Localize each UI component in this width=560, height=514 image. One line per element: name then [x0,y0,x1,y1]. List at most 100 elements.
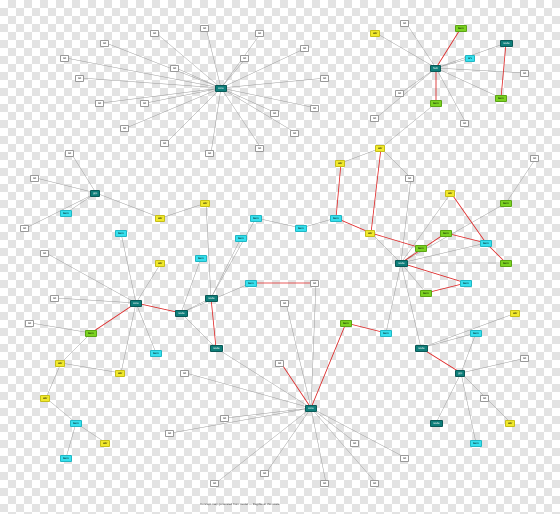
graph-node[interactable]: item [495,95,507,102]
graph-node[interactable]: item [85,330,97,337]
graph-node[interactable]: item [250,215,262,222]
graph-node[interactable]: txt [320,75,329,82]
graph-node[interactable]: txt [95,100,104,107]
graph-node[interactable]: txt [220,415,229,422]
graph-node[interactable]: txt [350,440,359,447]
graph-node[interactable]: node [395,260,408,267]
graph-node[interactable]: item [500,200,512,207]
graph-node[interactable]: node [205,295,218,302]
graph-node[interactable]: item [60,210,72,217]
graph-node[interactable]: attr [55,360,65,367]
graph-node[interactable]: item [480,240,492,247]
graph-node[interactable]: core [305,405,317,412]
graph-node[interactable]: txt [40,250,49,257]
graph-node[interactable]: txt [240,55,249,62]
graph-node[interactable]: attr [505,420,515,427]
graph-node[interactable]: txt [180,370,189,377]
graph-node[interactable]: txt [165,430,174,437]
graph-node[interactable]: txt [120,125,129,132]
graph-node[interactable]: item [380,330,392,337]
graph-node[interactable]: item [455,25,467,32]
graph-node[interactable]: txt [460,120,469,127]
graph-node[interactable]: attr [200,200,210,207]
graph-node[interactable]: core [130,300,142,307]
graph-node[interactable]: attr [155,215,165,222]
graph-node[interactable]: txt [320,480,329,487]
graph-node[interactable]: attr [370,30,380,37]
graph-node[interactable]: txt [255,30,264,37]
graph-node[interactable]: txt [530,155,539,162]
graph-node[interactable]: item [500,260,512,267]
graph-node[interactable]: item [295,225,307,232]
graph-node[interactable]: grp [90,190,100,197]
graph-node[interactable]: txt [255,145,264,152]
graph-node[interactable]: node [415,345,428,352]
graph-node[interactable]: txt [520,355,529,362]
graph-node[interactable]: txt [480,395,489,402]
graph-node[interactable]: txt [400,20,409,27]
graph-node[interactable]: txt [370,480,379,487]
graph-node[interactable]: txt [60,55,69,62]
graph-node[interactable]: txt [50,295,59,302]
graph-node[interactable]: txt [30,175,39,182]
graph-node[interactable]: txt [160,140,169,147]
graph-node[interactable]: node [500,40,513,47]
graph-node[interactable]: txt [200,25,209,32]
graph-node[interactable]: txt [400,455,409,462]
graph-node[interactable]: grp [455,370,465,377]
graph-node[interactable]: item [470,440,482,447]
graph-node[interactable]: hub [430,65,441,72]
graph-node[interactable]: attr [445,190,455,197]
graph-node[interactable]: item [60,455,72,462]
graph-node[interactable]: item [245,280,257,287]
graph-node[interactable]: attr [100,440,110,447]
graph-node[interactable]: attr [510,310,520,317]
graph-node[interactable]: item [150,350,162,357]
graph-node[interactable]: txt [150,30,159,37]
graph-node[interactable]: attr [155,260,165,267]
graph-node[interactable]: txt [280,300,289,307]
graph-node[interactable]: txt [405,175,414,182]
graph-node[interactable]: item [430,100,442,107]
graph-node[interactable]: attr [115,370,125,377]
graph-node[interactable]: item [195,255,207,262]
graph-node[interactable]: txt [270,110,279,117]
graph-node[interactable]: txt [520,70,529,77]
graph-node[interactable]: txt [300,45,309,52]
graph-node[interactable]: txt [310,105,319,112]
graph-node[interactable]: txt [260,470,269,477]
graph-node[interactable]: item [340,320,352,327]
graph-node[interactable]: txt [310,280,319,287]
graph-node[interactable]: item [420,290,432,297]
graph-node[interactable]: attr [335,160,345,167]
graph-node[interactable]: txt [395,90,404,97]
graph-node[interactable]: item [235,235,247,242]
graph-node[interactable]: node [210,345,223,352]
graph-node[interactable]: txt [140,100,149,107]
graph-node[interactable]: txt [170,65,179,72]
graph-node[interactable]: txt [100,40,109,47]
graph-node[interactable]: txt [205,150,214,157]
graph-node[interactable]: txt [290,130,299,137]
graph-node[interactable]: item [115,230,127,237]
graph-node[interactable]: attr [40,395,50,402]
graph-node[interactable]: txt [25,320,34,327]
graph-node[interactable]: item [440,230,452,237]
graph-node[interactable]: item [70,420,82,427]
graph-node[interactable]: srv [465,55,475,62]
graph-node[interactable]: txt [20,225,29,232]
graph-node[interactable]: core [215,85,227,92]
graph-node[interactable]: item [470,330,482,337]
graph-node[interactable]: node [175,310,188,317]
graph-node[interactable]: item [460,280,472,287]
graph-node[interactable]: node [430,420,443,427]
graph-node[interactable]: attr [365,230,375,237]
graph-node[interactable]: item [330,215,342,222]
graph-node[interactable]: txt [65,150,74,157]
graph-node[interactable]: txt [275,360,284,367]
graph-node[interactable]: txt [370,115,379,122]
graph-node[interactable]: txt [210,480,219,487]
graph-node[interactable]: txt [75,75,84,82]
graph-node[interactable]: attr [375,145,385,152]
graph-node[interactable]: item [415,245,427,252]
